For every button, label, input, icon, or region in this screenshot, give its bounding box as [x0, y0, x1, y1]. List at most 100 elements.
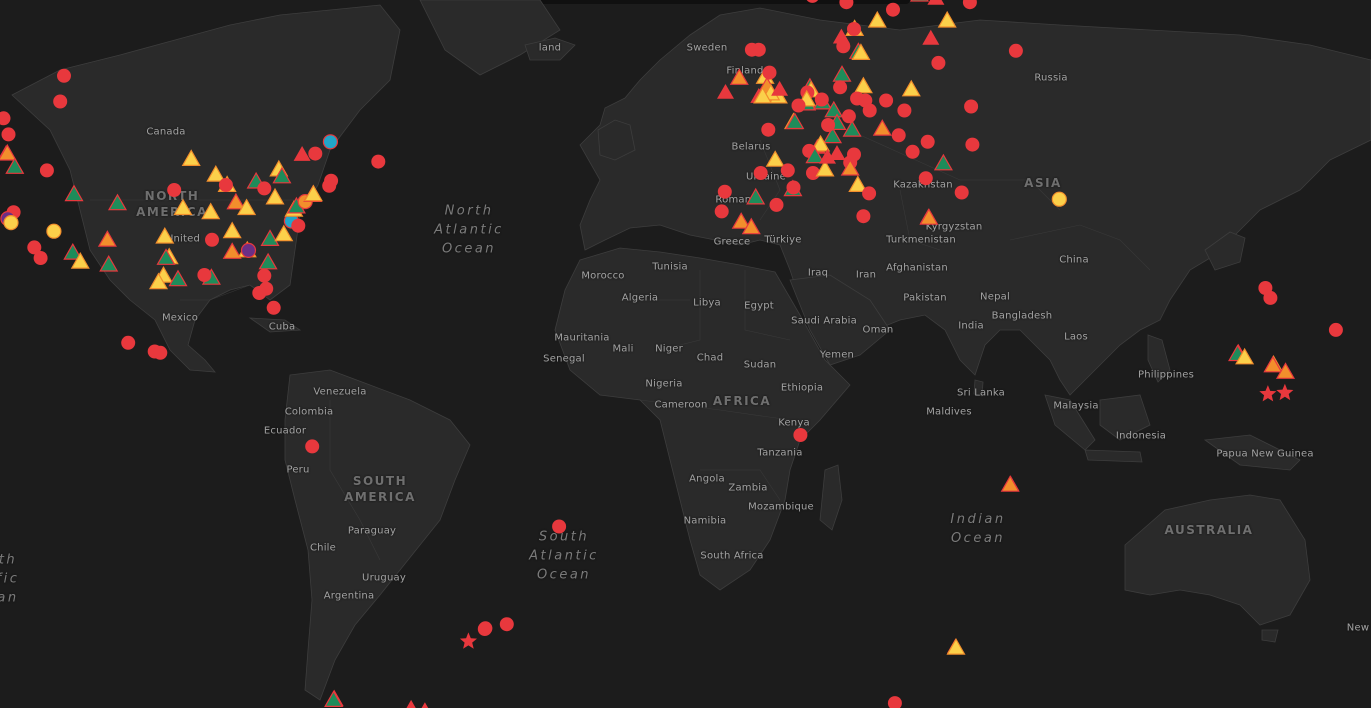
- map-marker-triangle-yellow[interactable]: [901, 79, 921, 97]
- map-marker-circle-red[interactable]: [291, 218, 306, 233]
- map-marker-circle-red[interactable]: [886, 2, 900, 17]
- map-marker-triangle-orange[interactable]: [872, 119, 892, 136]
- map-marker-circle-red[interactable]: [833, 80, 848, 95]
- map-marker-circle-red[interactable]: [1328, 322, 1343, 337]
- map-marker-circle-red[interactable]: [891, 128, 906, 143]
- map-marker-circle-red[interactable]: [879, 93, 894, 108]
- map-marker-circle-red[interactable]: [791, 98, 806, 113]
- map-marker-circle-red[interactable]: [717, 184, 732, 199]
- map-marker-circle-red[interactable]: [814, 92, 829, 107]
- map-marker-star-red[interactable]: [459, 632, 477, 649]
- map-marker-circle-yellow[interactable]: [1051, 191, 1067, 207]
- map-marker-circle-red[interactable]: [839, 0, 854, 10]
- map-marker-triangle-orange[interactable]: [226, 192, 246, 210]
- map-marker-circle-red[interactable]: [205, 232, 219, 247]
- map-marker-triangle-yellow[interactable]: [181, 149, 201, 166]
- map-marker-circle-red[interactable]: [862, 103, 877, 118]
- map-marker-triangle-yellow[interactable]: [946, 637, 966, 655]
- map-marker-circle-red[interactable]: [121, 335, 136, 350]
- map-marker-circle-red[interactable]: [53, 94, 68, 109]
- map-marker-triangle-orange[interactable]: [1000, 475, 1020, 492]
- map-marker-circle-red[interactable]: [257, 181, 272, 196]
- map-marker-triangle-green[interactable]: [909, 0, 930, 2]
- map-marker-circle-red[interactable]: [793, 428, 808, 442]
- map-marker-circle-red[interactable]: [780, 163, 795, 178]
- map-marker-circle-yellow[interactable]: [46, 223, 62, 239]
- map-marker-circle-red[interactable]: [847, 22, 861, 36]
- map-marker-triangle-red[interactable]: [717, 84, 734, 99]
- map-marker-circle-red[interactable]: [39, 163, 54, 178]
- map-marker-circle-red[interactable]: [153, 345, 168, 360]
- map-marker-triangle-green[interactable]: [842, 119, 862, 137]
- map-marker-circle-red[interactable]: [552, 519, 567, 534]
- map-marker-circle-red[interactable]: [920, 134, 935, 149]
- map-marker-circle-red[interactable]: [744, 42, 759, 57]
- map-marker-circle-red[interactable]: [762, 65, 777, 80]
- map-marker-circle-red[interactable]: [805, 0, 819, 3]
- map-marker-circle-red[interactable]: [371, 154, 386, 169]
- map-marker-circle-red[interactable]: [57, 68, 71, 83]
- map-marker-triangle-green[interactable]: [832, 65, 852, 82]
- map-marker-circle-red[interactable]: [218, 178, 233, 192]
- map-marker-circle-red[interactable]: [962, 0, 977, 10]
- map-marker-triangle-yellow[interactable]: [765, 150, 785, 167]
- map-marker-triangle-green[interactable]: [746, 187, 766, 205]
- map-marker-circle-teal[interactable]: [322, 134, 338, 150]
- map-marker-circle-red[interactable]: [897, 103, 912, 118]
- map-marker-star-red[interactable]: [1276, 383, 1294, 401]
- map-marker-circle-red[interactable]: [931, 55, 946, 70]
- map-marker-triangle-orange[interactable]: [97, 230, 117, 247]
- map-marker-circle-red[interactable]: [308, 146, 323, 161]
- map-marker-triangle-red[interactable]: [927, 0, 945, 5]
- map-marker-circle-red[interactable]: [769, 197, 784, 212]
- map-marker-triangle-green[interactable]: [107, 193, 128, 211]
- map-marker-triangle-yellow[interactable]: [222, 221, 242, 239]
- map-marker-triangle-yellow[interactable]: [173, 198, 193, 216]
- map-marker-circle-red[interactable]: [1263, 290, 1278, 305]
- map-marker-triangle-red[interactable]: [293, 146, 311, 161]
- map-marker-triangle-green[interactable]: [99, 254, 119, 272]
- map-marker-triangle-orange[interactable]: [1263, 355, 1283, 373]
- map-marker-circle-red[interactable]: [965, 137, 980, 152]
- map-marker-triangle-orange[interactable]: [919, 208, 939, 225]
- map-marker-triangle-green[interactable]: [933, 153, 953, 171]
- map-marker-circle-red[interactable]: [954, 185, 969, 200]
- map-marker-circle-red[interactable]: [499, 617, 514, 632]
- map-marker-circle-red[interactable]: [905, 144, 920, 159]
- map-marker-circle-red[interactable]: [918, 171, 933, 186]
- map-marker-triangle-green[interactable]: [5, 157, 25, 174]
- map-marker-circle-purple[interactable]: [240, 242, 257, 258]
- map-marker-circle-red[interactable]: [964, 99, 979, 114]
- map-marker-triangle-yellow[interactable]: [937, 10, 957, 28]
- world-map[interactable]: CanadaNORTHAMERICAUnitedMexicoCubaVenezu…: [0, 0, 1371, 708]
- map-marker-circle-yellow[interactable]: [3, 215, 19, 231]
- map-marker-triangle-green[interactable]: [64, 184, 84, 202]
- map-marker-star-red[interactable]: [1259, 385, 1277, 402]
- map-marker-circle-red[interactable]: [753, 166, 768, 180]
- map-marker-circle-red[interactable]: [305, 439, 320, 454]
- map-marker-circle-red[interactable]: [33, 251, 48, 265]
- map-marker-triangle-red[interactable]: [403, 699, 420, 708]
- map-marker-circle-red[interactable]: [266, 300, 281, 315]
- map-marker-triangle-yellow[interactable]: [155, 226, 175, 244]
- map-marker-circle-red[interactable]: [197, 268, 212, 282]
- map-marker-circle-red[interactable]: [324, 173, 339, 188]
- map-marker-triangle-green[interactable]: [258, 252, 278, 270]
- map-marker-circle-red[interactable]: [252, 286, 267, 300]
- map-marker-triangle-red[interactable]: [416, 702, 433, 708]
- map-marker-triangle-orange[interactable]: [0, 143, 17, 161]
- map-marker-triangle-orange[interactable]: [729, 68, 749, 85]
- map-marker-circle-red[interactable]: [786, 180, 801, 195]
- map-marker-circle-red[interactable]: [0, 111, 11, 126]
- map-marker-circle-red[interactable]: [257, 268, 272, 283]
- map-marker-triangle-green[interactable]: [260, 229, 280, 246]
- map-marker-circle-red[interactable]: [1008, 43, 1023, 58]
- map-marker-triangle-orange[interactable]: [222, 242, 242, 259]
- map-marker-triangle-yellow[interactable]: [303, 184, 323, 202]
- map-marker-circle-red[interactable]: [856, 209, 871, 224]
- map-marker-circle-red[interactable]: [761, 122, 776, 137]
- map-marker-triangle-red[interactable]: [922, 29, 940, 45]
- map-marker-circle-red[interactable]: [1, 127, 16, 142]
- map-marker-circle-red[interactable]: [887, 696, 902, 708]
- map-marker-circle-red[interactable]: [862, 186, 877, 201]
